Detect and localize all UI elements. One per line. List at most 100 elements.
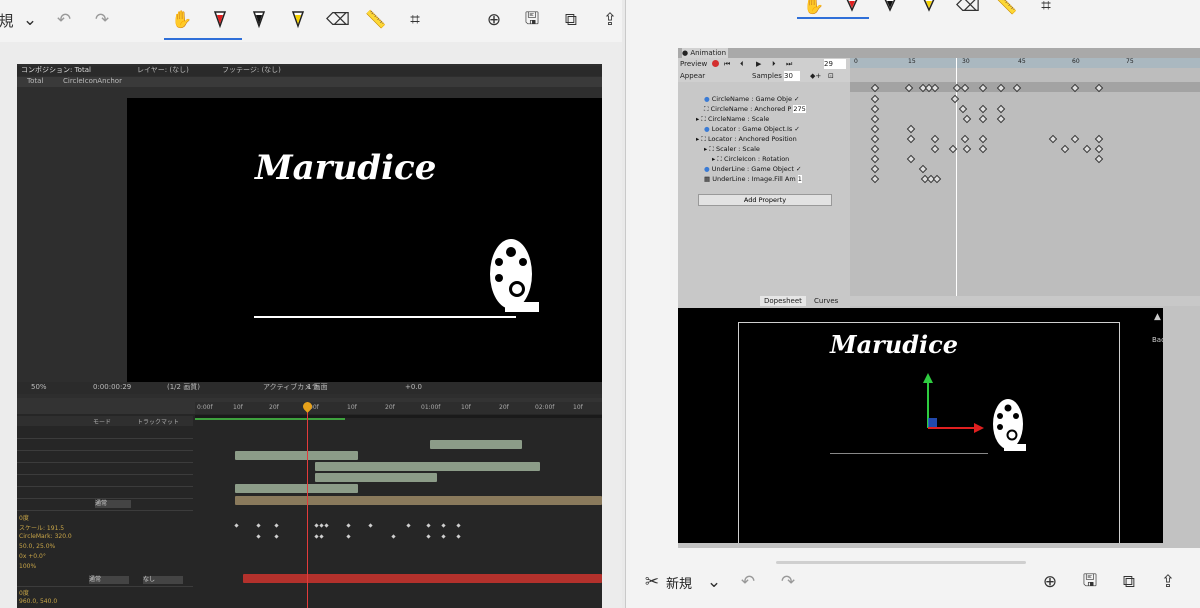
keyframe[interactable] <box>996 114 1006 124</box>
keyframe[interactable] <box>234 523 239 528</box>
keyframe[interactable] <box>319 534 324 539</box>
crop-icon[interactable]: ⌗ <box>1034 0 1058 18</box>
chevron-down-icon[interactable]: ⌄ <box>18 8 42 32</box>
resolution-select[interactable]: (1/2 画質) <box>167 383 200 392</box>
keyframe[interactable] <box>324 523 329 528</box>
next-key-icon[interactable]: ⏵ <box>772 59 776 69</box>
prop-value[interactable]: スケール: 191.5 <box>19 523 64 532</box>
keyframe[interactable] <box>1094 154 1104 164</box>
mode-select[interactable]: 通常 <box>89 576 129 584</box>
zoom-in-icon[interactable]: ⊕ <box>482 8 506 32</box>
breadcrumb-total[interactable]: Total <box>27 77 43 86</box>
keyframe[interactable] <box>870 94 880 104</box>
property-row[interactable]: ▸ ⛶ Locator : Anchored Position <box>678 134 868 144</box>
work-area-bar[interactable] <box>195 418 345 420</box>
prop-value[interactable]: 0度 <box>19 588 29 597</box>
keyframe[interactable] <box>962 144 972 154</box>
property-row[interactable]: ▸ ⛶ CircleName : Scale <box>678 114 868 124</box>
add-keyframe-icon[interactable]: ◆+ <box>810 71 821 81</box>
keyframe[interactable] <box>274 534 279 539</box>
undo-icon[interactable]: ↶ <box>736 570 760 594</box>
layer-row[interactable]: 通常 <box>17 499 193 511</box>
keyframe[interactable] <box>1094 134 1104 144</box>
animation-tab[interactable]: ● Animation <box>682 48 728 58</box>
black-pen-icon[interactable] <box>878 0 902 18</box>
keyframe[interactable] <box>346 534 351 539</box>
keyframe[interactable] <box>932 174 942 184</box>
new-snip-icon[interactable]: ✂ <box>640 570 664 594</box>
frame-field[interactable]: 29 <box>824 59 846 69</box>
add-property-button[interactable]: Add Property <box>698 194 832 206</box>
touch-writing-icon[interactable]: ✋ <box>802 0 826 18</box>
play-icon[interactable]: ▶ <box>756 59 761 69</box>
property-row[interactable]: ▸ ⛶ Scaler : Scale <box>678 144 876 154</box>
keyframe[interactable] <box>1082 144 1092 154</box>
timecode[interactable]: 0:00:00:29 <box>93 383 131 392</box>
clip-select[interactable]: Appear <box>680 71 748 81</box>
last-key-icon[interactable]: ⏭ <box>786 59 792 69</box>
copy-icon[interactable]: ⧉ <box>559 8 583 32</box>
property-row[interactable]: ⛶ CircleName : Anchored P 275 <box>678 104 876 114</box>
ruler-icon[interactable]: 📏 <box>995 0 1019 18</box>
playhead-line[interactable] <box>307 402 308 608</box>
samples-field[interactable]: 30 <box>784 71 800 81</box>
keyframe[interactable] <box>319 523 324 528</box>
keyframe[interactable] <box>368 523 373 528</box>
chevron-down-icon[interactable]: ⌄ <box>702 570 726 594</box>
prev-key-icon[interactable]: ⏴ <box>740 59 744 69</box>
share-icon[interactable]: ⇪ <box>598 8 622 32</box>
horizontal-scrollbar[interactable] <box>776 561 1026 564</box>
keyframe[interactable] <box>960 134 970 144</box>
comp-tab[interactable]: コンポジション: Total <box>21 66 91 75</box>
prop-value[interactable]: CircleMark: 320.0 <box>19 533 72 540</box>
copy-icon[interactable]: ⧉ <box>1117 570 1141 594</box>
breadcrumb-anchor[interactable]: CircleIconAnchor <box>63 77 122 86</box>
red-pen-icon[interactable] <box>208 8 232 32</box>
zoom-select[interactable]: 50% <box>31 383 47 392</box>
save-icon[interactable]: 🖫 <box>1078 570 1102 594</box>
keyframe[interactable] <box>978 134 988 144</box>
ruler-icon[interactable]: 📏 <box>364 8 388 32</box>
keyframe[interactable] <box>1060 144 1070 154</box>
keyframe[interactable] <box>274 523 279 528</box>
dopesheet[interactable]: 0 15 30 45 60 75 <box>850 58 1200 298</box>
keyframe[interactable] <box>256 523 261 528</box>
layer-duration-bar[interactable] <box>235 484 358 493</box>
layer-duration-bar[interactable] <box>315 473 437 482</box>
eraser-icon[interactable]: ⌫ <box>956 0 980 18</box>
keyframe[interactable] <box>930 144 940 154</box>
move-gizmo[interactable] <box>918 373 988 433</box>
prop-value[interactable]: 50.0, 25.0% <box>19 543 55 550</box>
red-pen-icon[interactable] <box>840 0 864 18</box>
keyframe[interactable] <box>426 534 431 539</box>
layer-row[interactable]: 通常 なし <box>17 575 193 587</box>
keyframe[interactable] <box>978 144 988 154</box>
property-row[interactable]: ● UnderLine : Game Object ✓ <box>678 164 876 174</box>
highlighter-icon[interactable] <box>286 8 310 32</box>
layer-duration-bar[interactable] <box>315 462 540 471</box>
redo-icon[interactable]: ↷ <box>90 8 114 32</box>
layer-duration-bar[interactable] <box>235 451 358 460</box>
keyframe[interactable] <box>978 114 988 124</box>
layer-row[interactable] <box>17 487 193 499</box>
keyframe[interactable] <box>870 154 880 164</box>
views-select[interactable]: 1 画面 <box>307 383 328 392</box>
keyframe[interactable] <box>314 523 319 528</box>
keyframe[interactable] <box>870 114 880 124</box>
layer-row[interactable] <box>17 475 193 487</box>
save-icon[interactable]: 🖫 <box>520 8 544 32</box>
keyframe[interactable] <box>441 534 446 539</box>
keyframe[interactable] <box>870 144 880 154</box>
back-label[interactable]: Back <box>1152 336 1163 344</box>
keyframe[interactable] <box>958 104 968 114</box>
keyframe[interactable] <box>870 174 880 184</box>
property-row[interactable]: ▦ UnderLine : Image.Fill Am 1 <box>678 174 876 184</box>
prop-value[interactable]: 0x +0.0° <box>19 553 46 560</box>
trkmat-select[interactable]: なし <box>143 576 183 584</box>
keyframe[interactable] <box>456 534 461 539</box>
layer-duration-bar[interactable] <box>235 496 602 505</box>
layer-row[interactable] <box>17 451 193 463</box>
share-icon[interactable]: ⇪ <box>1156 570 1180 594</box>
keyframe[interactable] <box>456 523 461 528</box>
comp-viewer[interactable]: Marudice <box>127 98 602 382</box>
